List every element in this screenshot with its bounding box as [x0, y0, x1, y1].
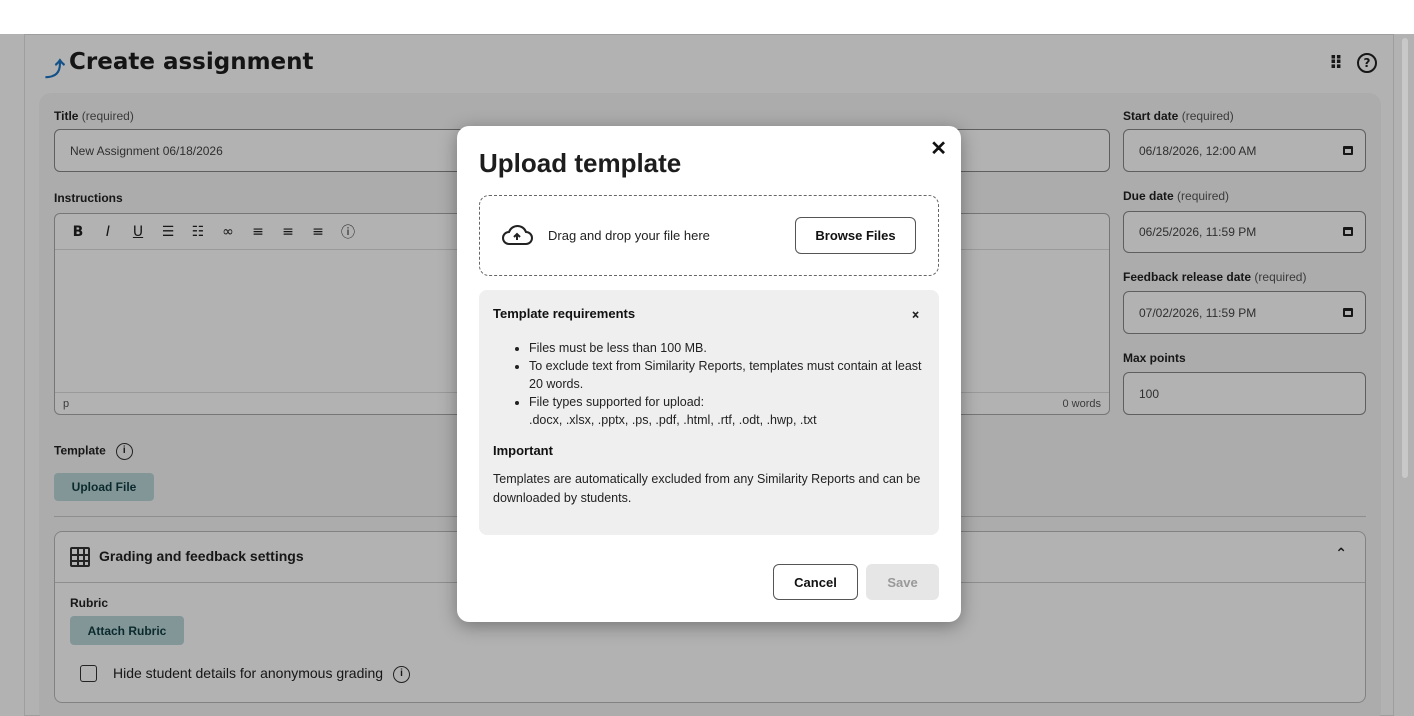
- browse-files-button[interactable]: Browse Files: [795, 217, 916, 254]
- upload-template-dialog: Upload template ✕ Drag and drop your fil…: [457, 126, 961, 622]
- list-item: File types supported for upload:.docx, .…: [529, 393, 925, 429]
- requirements-list: Files must be less than 100 MB. To exclu…: [493, 339, 925, 429]
- important-note: Templates are automatically excluded fro…: [493, 472, 921, 505]
- template-requirements: Template requirements ⌄⌃ Files must be l…: [479, 290, 939, 535]
- collapse-icon[interactable]: ⌄ ⌃: [910, 304, 921, 326]
- cloud-upload-icon: [502, 225, 533, 245]
- important-heading: Important: [493, 443, 553, 458]
- page-scrollbar[interactable]: [1402, 38, 1408, 478]
- dialog-title: Upload template: [479, 148, 682, 178]
- save-button[interactable]: Save: [866, 564, 939, 600]
- drop-text: Drag and drop your file here: [548, 228, 710, 243]
- list-item: To exclude text from Similarity Reports,…: [529, 357, 925, 393]
- list-item: Files must be less than 100 MB.: [529, 339, 925, 357]
- cancel-button[interactable]: Cancel: [773, 564, 858, 600]
- close-icon[interactable]: ✕: [930, 136, 947, 161]
- file-drop-zone[interactable]: Drag and drop your file here Browse File…: [479, 195, 939, 276]
- requirements-title: Template requirements: [493, 306, 636, 321]
